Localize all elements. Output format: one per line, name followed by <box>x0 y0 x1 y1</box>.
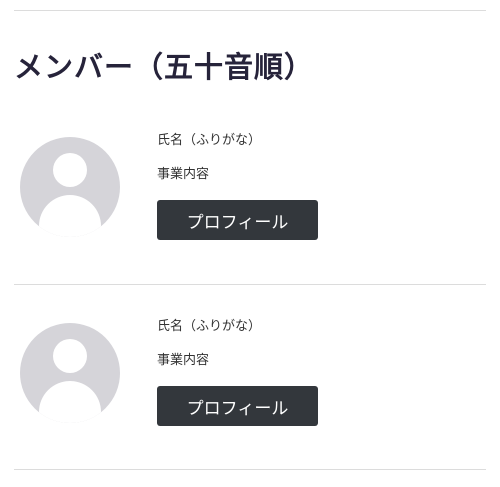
member-card: 氏名（ふりがな） 事業内容 プロフィール <box>0 310 500 460</box>
top-divider <box>14 10 486 11</box>
profile-button[interactable]: プロフィール <box>157 386 318 426</box>
bottom-divider <box>14 469 486 470</box>
avatar-head <box>53 153 87 187</box>
member-business: 事業内容 <box>157 167 210 182</box>
user-placeholder-icon <box>20 137 120 237</box>
profile-button[interactable]: プロフィール <box>157 200 318 240</box>
avatar-body <box>39 381 101 423</box>
page-title: メンバー（五十音順） <box>14 50 315 84</box>
avatar-head <box>53 339 87 373</box>
member-name: 氏名（ふりがな） <box>157 319 262 334</box>
avatar-body <box>39 195 101 237</box>
user-placeholder-icon <box>20 323 120 423</box>
member-card: 氏名（ふりがな） 事業内容 プロフィール <box>0 124 500 274</box>
member-name: 氏名（ふりがな） <box>157 133 262 148</box>
member-business: 事業内容 <box>157 353 210 368</box>
member-divider <box>14 284 486 285</box>
